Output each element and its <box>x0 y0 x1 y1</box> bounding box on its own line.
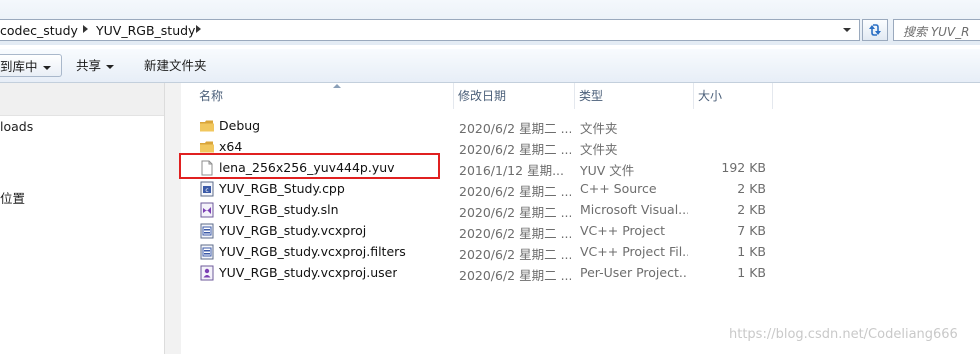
chevron-down-icon <box>42 65 51 70</box>
file-size: 2 KB <box>737 202 766 217</box>
file-name: YUV_RGB_Study.cpp <box>219 181 345 196</box>
watermark-text: https://blog.csdn.net/Codeliang666 <box>729 327 958 342</box>
user-file-icon <box>200 265 214 281</box>
search-placeholder: 搜索 YUV_R <box>903 25 970 39</box>
file-row-vcxproj-filters[interactable]: YUV_RGB_study.vcxproj.filters 2020/6/2 星… <box>181 242 980 263</box>
file-date: 2016/1/12 星期... <box>459 163 564 178</box>
folder-icon <box>200 120 214 132</box>
sort-ascending-icon <box>333 84 341 88</box>
column-header-type-label: 类型 <box>579 89 604 103</box>
include-in-library-label: 到库中 <box>0 59 38 74</box>
vcxproj-file-icon <box>200 244 214 260</box>
file-size: 1 KB <box>737 265 766 280</box>
nav-pane-header <box>0 83 164 116</box>
address-bar[interactable]: codec_study YUV_RGB_study <box>0 19 860 41</box>
file-date: 2020/6/2 星期二 ... <box>459 184 571 199</box>
breadcrumb-codec-study[interactable]: codec_study <box>0 23 78 38</box>
breadcrumb-chevron-icon[interactable] <box>83 25 88 33</box>
file-size: 7 KB <box>737 223 766 238</box>
file-row-vcxproj[interactable]: YUV_RGB_study.vcxproj 2020/6/2 星期二 ... V… <box>181 221 980 242</box>
nav-item-downloads[interactable]: loads <box>0 119 33 134</box>
file-row-cpp[interactable]: c YUV_RGB_Study.cpp 2020/6/2 星期二 ... C++… <box>181 179 980 200</box>
file-list: 名称 修改日期 类型 大小 Debug 2020/6/2 星期二 ... 文件夹… <box>179 83 980 354</box>
file-date: 2020/6/2 星期二 ... <box>459 226 571 241</box>
file-name: YUV_RGB_study.sln <box>219 202 339 217</box>
file-row-debug[interactable]: Debug 2020/6/2 星期二 ... 文件夹 <box>181 116 980 137</box>
chevron-down-icon <box>106 64 115 69</box>
file-size: 2 KB <box>737 181 766 196</box>
file-size: 192 KB <box>721 160 766 175</box>
file-type: YUV 文件 <box>580 163 635 178</box>
file-name: x64 <box>219 139 243 154</box>
file-date: 2020/6/2 星期二 ... <box>459 121 571 136</box>
refresh-button[interactable] <box>862 19 888 41</box>
column-header-date-label: 修改日期 <box>458 89 507 103</box>
share-label: 共享 <box>76 58 102 73</box>
address-dropdown-icon[interactable] <box>843 28 851 32</box>
new-folder-label: 新建文件夹 <box>144 58 207 73</box>
file-type: 文件夹 <box>580 142 618 157</box>
include-in-library-button[interactable]: 到库中 <box>0 54 62 77</box>
file-name: Debug <box>219 118 261 133</box>
breadcrumb-yuv-rgb-study[interactable]: YUV_RGB_study <box>96 23 195 38</box>
file-name: YUV_RGB_study.vcxproj.user <box>219 265 398 280</box>
file-date: 2020/6/2 星期二 ... <box>459 247 571 262</box>
sln-file-icon <box>200 202 214 218</box>
share-button[interactable]: 共享 <box>70 54 120 77</box>
column-header-size[interactable]: 大小 <box>694 83 773 109</box>
file-type: VC++ Project Fil... <box>580 244 688 259</box>
command-toolbar: 到库中 共享 新建文件夹 <box>0 49 980 83</box>
file-type: VC++ Project <box>580 223 665 238</box>
new-folder-button[interactable]: 新建文件夹 <box>138 54 213 77</box>
refresh-icon <box>869 24 881 36</box>
navigation-pane: loads 位置 <box>0 83 165 354</box>
file-type: Microsoft Visual... <box>580 202 688 217</box>
column-header-name[interactable]: 名称 <box>195 83 454 109</box>
column-header-size-label: 大小 <box>698 89 723 103</box>
file-date: 2020/6/2 星期二 ... <box>459 205 571 220</box>
file-row-sln[interactable]: YUV_RGB_study.sln 2020/6/2 星期二 ... Micro… <box>181 200 980 221</box>
search-input[interactable]: 搜索 YUV_R <box>893 19 980 41</box>
column-header-name-label: 名称 <box>199 89 224 103</box>
svg-text:c: c <box>205 187 208 194</box>
file-name: YUV_RGB_study.vcxproj.filters <box>219 244 406 259</box>
file-size: 1 KB <box>737 244 766 259</box>
nav-item-location[interactable]: 位置 <box>0 188 25 207</box>
column-header-type[interactable]: 类型 <box>575 83 694 109</box>
address-bar-area: codec_study YUV_RGB_study 搜索 YUV_R <box>0 0 980 45</box>
breadcrumb-chevron-icon[interactable] <box>196 25 201 33</box>
file-row-vcxproj-user[interactable]: YUV_RGB_study.vcxproj.user 2020/6/2 星期二 … <box>181 263 980 284</box>
cpp-file-icon: c <box>200 181 214 197</box>
file-type: 文件夹 <box>580 121 618 136</box>
vcxproj-file-icon <box>200 223 214 239</box>
nav-scrollbar[interactable] <box>164 83 181 354</box>
file-type: Per-User Project... <box>580 265 688 280</box>
file-date: 2020/6/2 星期二 ... <box>459 268 571 283</box>
file-name: YUV_RGB_study.vcxproj <box>219 223 367 238</box>
file-date: 2020/6/2 星期二 ... <box>459 142 571 157</box>
column-header-date[interactable]: 修改日期 <box>454 83 575 109</box>
file-type: C++ Source <box>580 181 657 196</box>
highlight-box <box>179 153 440 179</box>
